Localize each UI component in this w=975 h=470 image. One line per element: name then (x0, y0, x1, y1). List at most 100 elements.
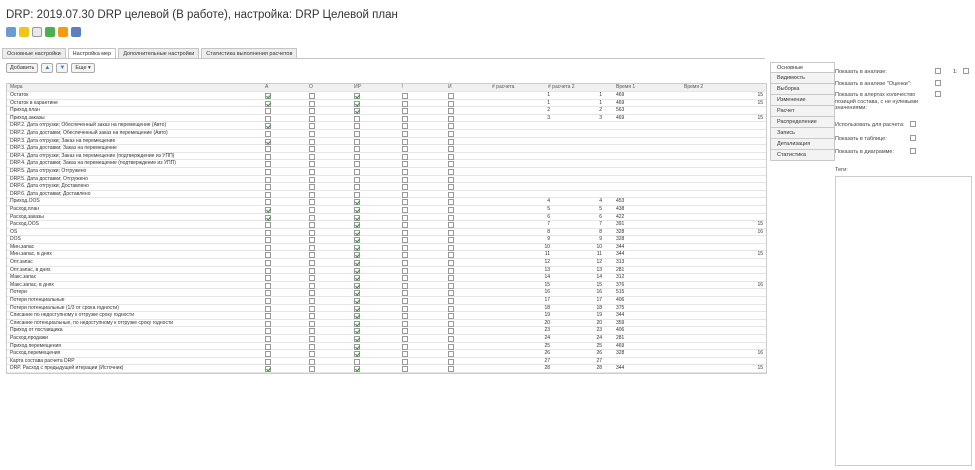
table-row[interactable]: Опт.запас 12 12 313 (7, 259, 766, 267)
flag-i-checkbox[interactable] (448, 351, 454, 358)
flag-ir-checkbox[interactable] (354, 176, 360, 183)
flag-i-checkbox[interactable] (448, 123, 454, 130)
side-item-detail[interactable]: Детализация (770, 139, 835, 150)
flag-ir-checkbox[interactable] (354, 275, 360, 282)
col-header-measure[interactable]: Мера (10, 84, 260, 91)
col-header-time2[interactable]: Время 2 (684, 84, 734, 91)
flag-i-checkbox[interactable] (448, 305, 454, 312)
flag-i-checkbox[interactable] (448, 168, 454, 175)
flag-ex-checkbox[interactable] (402, 138, 408, 145)
table-row[interactable]: Потери потенциальные (1/3 от срока годно… (7, 305, 766, 313)
flag-ex-checkbox[interactable] (402, 199, 408, 206)
table-row[interactable]: DOS 9 9 328 (7, 236, 766, 244)
flag-i-checkbox[interactable] (448, 138, 454, 145)
flag-o-checkbox[interactable] (309, 214, 315, 221)
flag-o-checkbox[interactable] (309, 229, 315, 236)
flag-ir-checkbox[interactable] (354, 229, 360, 236)
table-row[interactable]: DRP.5. Дата доставки; Отгружено (7, 176, 766, 184)
flag-ir-checkbox[interactable] (354, 93, 360, 99)
flag-ex-checkbox[interactable] (402, 298, 408, 305)
flag-ir-checkbox[interactable] (354, 153, 360, 160)
flag-i-checkbox[interactable] (448, 320, 454, 327)
flag-ex-checkbox[interactable] (402, 115, 408, 122)
flag-o-checkbox[interactable] (309, 123, 315, 130)
flag-o-checkbox[interactable] (309, 313, 315, 320)
table-row[interactable]: DRP.5. Дата отгрузки; Отгружено (7, 168, 766, 176)
flag-ir-checkbox[interactable] (354, 161, 360, 168)
flag-ir-checkbox[interactable] (354, 115, 360, 122)
flag-ir-checkbox[interactable] (354, 146, 360, 153)
flag-o-checkbox[interactable] (309, 138, 315, 145)
flag-o-checkbox[interactable] (309, 161, 315, 168)
flag-o-checkbox[interactable] (309, 237, 315, 244)
flag-a-checkbox[interactable] (265, 146, 271, 153)
flag-o-checkbox[interactable] (309, 244, 315, 251)
table-row[interactable]: DRP.2. Дата отгрузки; Обеспеченный заказ… (7, 122, 766, 130)
flag-ex-checkbox[interactable] (402, 146, 408, 153)
flag-a-checkbox[interactable] (265, 252, 271, 259)
flag-ex-checkbox[interactable] (402, 275, 408, 282)
table-row[interactable]: Приход.OOS 4 4 453 (7, 198, 766, 206)
flag-i-checkbox[interactable] (448, 252, 454, 259)
flag-a-checkbox[interactable] (265, 267, 271, 274)
flag-ir-checkbox[interactable] (354, 358, 360, 365)
flag-i-checkbox[interactable] (448, 161, 454, 168)
table-row[interactable]: Списание потенциальные, по недоступному … (7, 320, 766, 328)
side-item-selection[interactable]: Выборка (770, 84, 835, 95)
flag-o-checkbox[interactable] (309, 191, 315, 198)
flag-ex-checkbox[interactable] (402, 358, 408, 365)
flag-a-checkbox[interactable] (265, 260, 271, 267)
flag-i-checkbox[interactable] (448, 358, 454, 365)
flag-a-checkbox[interactable] (265, 184, 271, 191)
add-icon[interactable] (45, 27, 55, 37)
flag-ex-checkbox[interactable] (402, 206, 408, 213)
flag-o-checkbox[interactable] (309, 146, 315, 153)
side-item-change[interactable]: Изменение (770, 95, 835, 106)
show-in-chart-checkbox[interactable] (910, 148, 916, 154)
side-item-write[interactable]: Запись (770, 128, 835, 139)
flag-ir-checkbox[interactable] (354, 343, 360, 350)
flag-ir-checkbox[interactable] (354, 184, 360, 191)
flag-o-checkbox[interactable] (309, 108, 315, 115)
flag-ex-checkbox[interactable] (402, 176, 408, 183)
flag-ex-checkbox[interactable] (402, 168, 408, 175)
table-row[interactable]: Списание по недоступному к отгрузке срок… (7, 312, 766, 320)
flag-o-checkbox[interactable] (309, 130, 315, 137)
flag-ex-checkbox[interactable] (402, 320, 408, 327)
flag-ir-checkbox[interactable] (354, 351, 360, 358)
table-row[interactable]: Приход.заказы 3 3 469 15 (7, 115, 766, 123)
flag-a-checkbox[interactable] (265, 199, 271, 206)
side-item-main[interactable]: Основные (770, 62, 835, 73)
flag-ir-checkbox[interactable] (354, 237, 360, 244)
flag-o-checkbox[interactable] (309, 275, 315, 282)
add-button[interactable]: Добавить (6, 63, 39, 73)
flag-o-checkbox[interactable] (309, 260, 315, 267)
flag-a-checkbox[interactable] (265, 237, 271, 244)
flag-o-checkbox[interactable] (309, 176, 315, 183)
table-row[interactable]: Расход.перемещения 26 26 328 16 (7, 350, 766, 358)
table-row[interactable]: Мин.запас 10 10 344 (7, 244, 766, 252)
flag-ex-checkbox[interactable] (402, 343, 408, 350)
flag-i-checkbox[interactable] (448, 237, 454, 244)
flag-i-checkbox[interactable] (448, 313, 454, 320)
flag-i-checkbox[interactable] (448, 260, 454, 267)
flag-a-checkbox[interactable] (265, 100, 271, 107)
flag-a-checkbox[interactable] (265, 222, 271, 229)
flag-i-checkbox[interactable] (448, 229, 454, 236)
table-row[interactable]: Макс.запас, в днях 15 15 376 16 (7, 282, 766, 290)
table-row[interactable]: DRP.4. Дата доставки; Заказ на перемещен… (7, 160, 766, 168)
flag-i-checkbox[interactable] (448, 336, 454, 342)
flag-a-checkbox[interactable] (265, 123, 271, 130)
flag-ir-checkbox[interactable] (354, 260, 360, 267)
flag-o-checkbox[interactable] (309, 336, 315, 342)
flag-o-checkbox[interactable] (309, 252, 315, 259)
flag-ex-checkbox[interactable] (402, 366, 408, 373)
flag-ir-checkbox[interactable] (354, 267, 360, 274)
flag-i-checkbox[interactable] (448, 191, 454, 198)
flag-ir-checkbox[interactable] (354, 252, 360, 259)
flag-ex-checkbox[interactable] (402, 252, 408, 259)
flag-a-checkbox[interactable] (265, 366, 271, 373)
flag-o-checkbox[interactable] (309, 199, 315, 206)
col-header-ir[interactable]: ИР (354, 84, 384, 91)
use-for-calc-checkbox[interactable] (910, 121, 916, 127)
